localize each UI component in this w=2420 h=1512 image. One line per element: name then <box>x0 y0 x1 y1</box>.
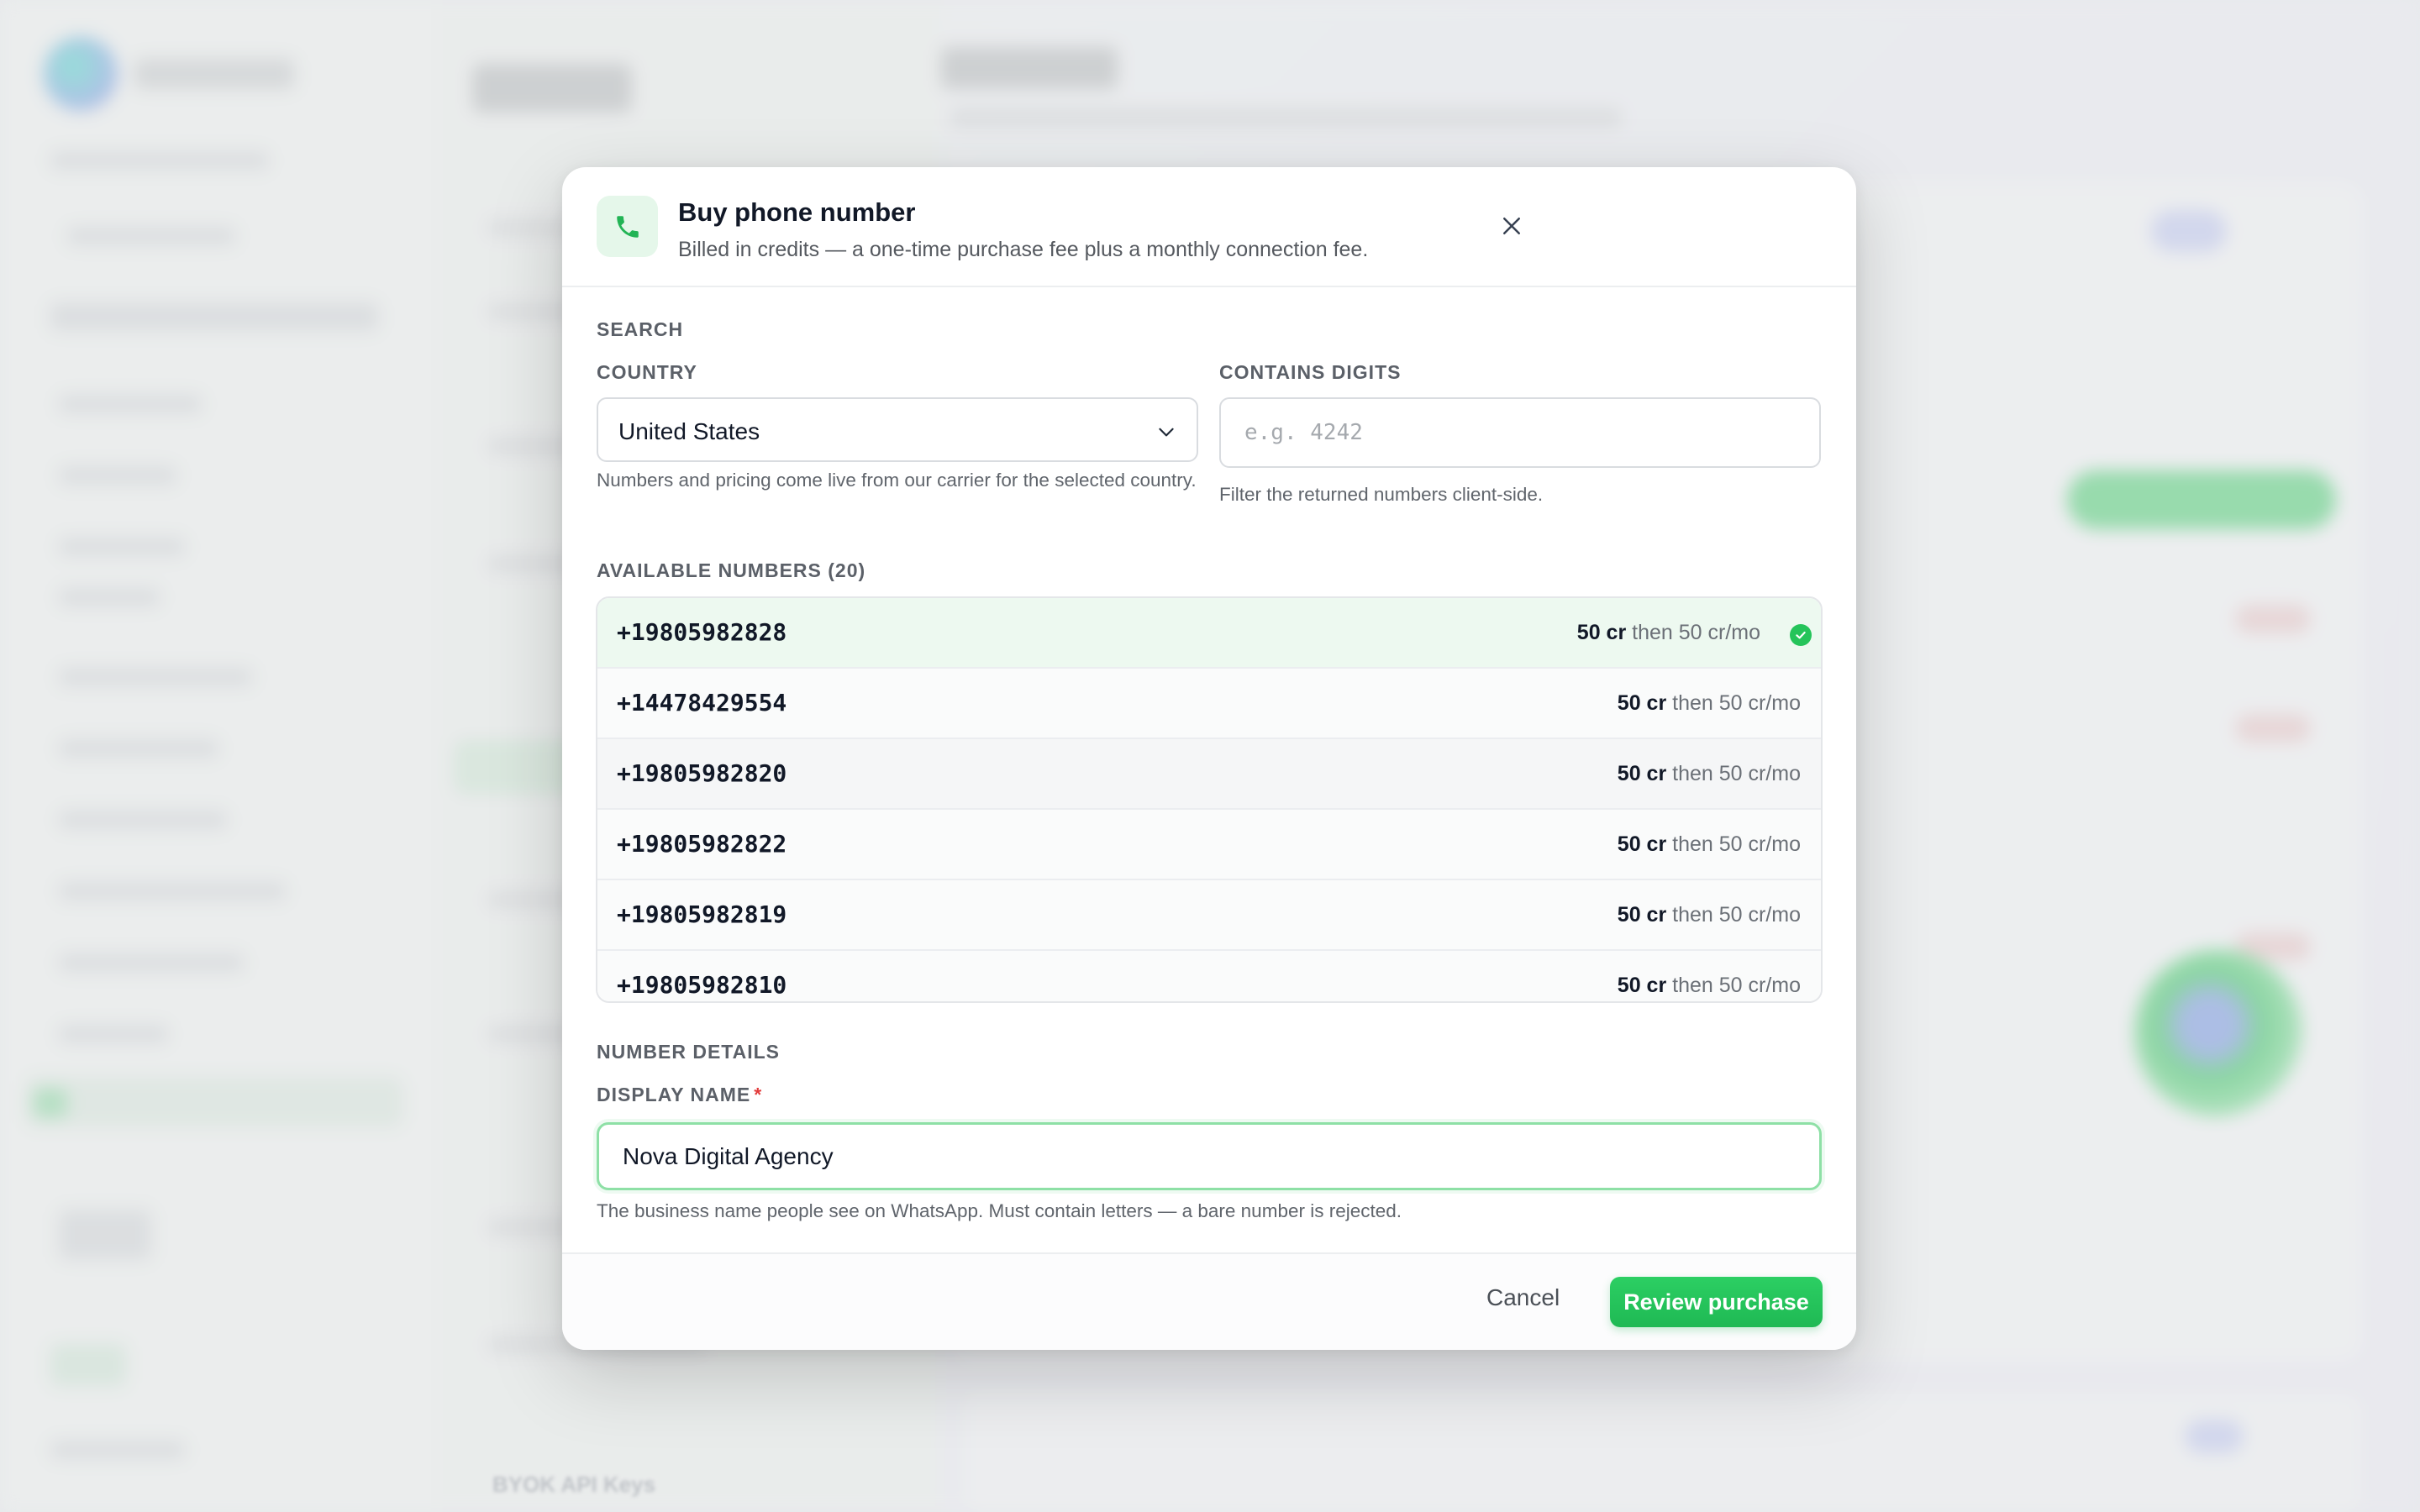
country-help-text: Numbers and pricing come live from our c… <box>597 470 1197 491</box>
contains-digits-label: CONTAINS DIGITS <box>1219 361 1402 383</box>
buy-number-dialog: Buy phone number Billed in credits — a o… <box>562 167 1856 1350</box>
monthly-price: then 50 cr/mo <box>1672 691 1801 715</box>
available-numbers-list[interactable]: +19805982828 50 cr then 50 cr/mo +14478429… <box>596 596 1823 1003</box>
monthly-price: then 50 cr/mo <box>1672 762 1801 785</box>
number-price: 50 cr then 50 cr/mo <box>1577 621 1760 645</box>
purchase-price: 50 cr <box>1617 832 1667 856</box>
number-row[interactable]: +19805982810 50 cr then 50 cr/mo <box>597 951 1821 1001</box>
monthly-price: then 50 cr/mo <box>1672 903 1801 927</box>
number-row[interactable]: +19805982828 50 cr then 50 cr/mo <box>597 598 1821 669</box>
phone-number: +19805982819 <box>617 900 787 928</box>
phone-number: +14478429554 <box>617 689 787 717</box>
monthly-price: then 50 cr/mo <box>1672 974 1801 997</box>
purchase-price: 50 cr <box>1617 691 1667 715</box>
chevron-down-icon <box>1159 428 1174 437</box>
dialog-title: Buy phone number <box>678 197 916 227</box>
display-name-help-text: The business name people see on WhatsApp… <box>597 1200 1402 1221</box>
required-marker: * <box>754 1084 763 1105</box>
number-row[interactable]: +19805982820 50 cr then 50 cr/mo <box>597 739 1821 810</box>
purchase-price: 50 cr <box>1617 903 1667 927</box>
display-name-input[interactable] <box>597 1122 1822 1190</box>
display-name-label: DISPLAY NAME * <box>597 1084 762 1106</box>
monthly-price: then 50 cr/mo <box>1672 832 1801 856</box>
purchase-price: 50 cr <box>1617 974 1667 997</box>
cancel-button[interactable]: Cancel <box>1486 1284 1560 1311</box>
phone-number: +19805982810 <box>617 971 787 999</box>
phone-icon <box>597 196 658 257</box>
contains-digits-input[interactable] <box>1219 397 1821 468</box>
dialog-footer: Cancel Review purchase <box>562 1252 1856 1350</box>
number-row[interactable]: +14478429554 50 cr then 50 cr/mo <box>597 669 1821 739</box>
number-price: 50 cr then 50 cr/mo <box>1618 832 1801 857</box>
available-numbers-label: AVAILABLE NUMBERS (20) <box>597 559 866 581</box>
number-price: 50 cr then 50 cr/mo <box>1618 691 1801 716</box>
phone-number: +19805982828 <box>617 618 787 646</box>
dialog-subtitle: Billed in credits — a one-time purchase … <box>678 238 1369 261</box>
number-price: 50 cr then 50 cr/mo <box>1618 974 1801 998</box>
dialog-header: Buy phone number Billed in credits — a o… <box>562 167 1856 287</box>
monthly-price: then 50 cr/mo <box>1632 621 1760 644</box>
country-select-value: United States <box>618 418 760 444</box>
purchase-price: 50 cr <box>1617 762 1667 785</box>
number-row[interactable]: +19805982819 50 cr then 50 cr/mo <box>597 880 1821 951</box>
number-price: 50 cr then 50 cr/mo <box>1618 762 1801 786</box>
check-icon <box>1790 624 1812 646</box>
number-details-label: NUMBER DETAILS <box>597 1041 781 1063</box>
close-button[interactable] <box>1486 201 1537 251</box>
purchase-price: 50 cr <box>1576 621 1627 644</box>
close-icon <box>1503 218 1520 234</box>
review-purchase-button[interactable]: Review purchase <box>1610 1277 1823 1327</box>
country-label: COUNTRY <box>597 361 697 383</box>
number-row[interactable]: +19805982822 50 cr then 50 cr/mo <box>597 810 1821 880</box>
country-select[interactable]: United States <box>597 397 1198 462</box>
phone-number: +19805982820 <box>617 759 787 787</box>
digits-help-text: Filter the returned numbers client-side. <box>1219 484 1544 505</box>
display-name-label-text: DISPLAY NAME <box>597 1084 751 1105</box>
phone-number: +19805982822 <box>617 830 787 858</box>
search-section-label: SEARCH <box>597 318 684 340</box>
number-price: 50 cr then 50 cr/mo <box>1618 903 1801 927</box>
